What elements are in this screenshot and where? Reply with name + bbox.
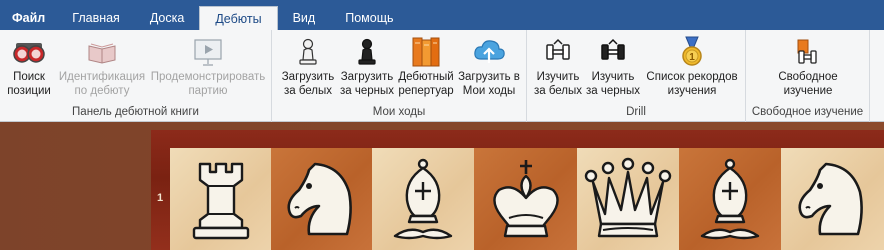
demonstrate-game-label-1: Продемонстрировать (150, 71, 266, 83)
group-free-study: Свободное изучение Свободное изучение (746, 30, 870, 122)
free-study-label-1: Свободное (778, 71, 838, 83)
opening-repertoire-label-2: репертуар (398, 85, 454, 97)
white-knight-piece[interactable] (279, 156, 365, 242)
square-a1[interactable] (170, 148, 271, 250)
black-dumbbell-icon (585, 34, 641, 70)
load-my-moves-button[interactable]: Загрузить в Мои ходы (456, 34, 522, 98)
menu-bar: Файл Главная Доска Дебюты Вид Помощь (0, 0, 884, 31)
find-position-button[interactable]: Поиск позиции (4, 34, 54, 98)
cloud-upload-icon (456, 34, 522, 70)
group-label-free-study: Свободное изучение (751, 106, 864, 118)
white-king-piece[interactable] (483, 156, 569, 242)
identify-opening-button[interactable]: Идентификация по дебюту (58, 34, 146, 98)
group-label-my-moves: Мои ходы (372, 106, 426, 118)
study-white-button[interactable]: Изучить за белых (531, 34, 585, 98)
white-pawn-icon (280, 34, 336, 70)
menu-tab-board[interactable]: Доска (135, 6, 200, 30)
free-study-label-2: изучение (783, 85, 833, 97)
books-icon (396, 34, 456, 70)
load-white-label-2: за белых (283, 85, 333, 97)
rank-label: 1 (157, 192, 164, 204)
black-pawn-icon (338, 34, 396, 70)
study-records-button[interactable]: 1 Список рекордов изучения (641, 34, 743, 98)
group-my-moves: Загрузить за белых Загрузить за черных Д… (272, 30, 527, 122)
play-presentation-icon (150, 34, 266, 70)
opening-repertoire-button[interactable]: Дебютный репертуар (396, 34, 456, 98)
study-white-label-2: за белых (533, 85, 583, 97)
demonstrate-game-button[interactable]: Продемонстрировать партию (150, 34, 266, 98)
square-c1[interactable] (372, 148, 474, 250)
free-study-icon (768, 34, 848, 70)
book-icon (58, 34, 146, 70)
load-black-button[interactable]: Загрузить за черных (338, 34, 396, 98)
menu-tab-view[interactable]: Вид (278, 6, 331, 30)
square-e1[interactable] (577, 148, 679, 250)
find-position-label-1: Поиск (13, 71, 45, 83)
white-queen-piece[interactable] (583, 156, 673, 242)
group-drill: Изучить за белых Изучить за черных 1 Спи… (527, 30, 746, 122)
white-dumbbell-icon (531, 34, 585, 70)
study-black-label-1: Изучить (591, 71, 635, 83)
free-study-button[interactable]: Свободное изучение (768, 34, 848, 98)
menu-tab-openings[interactable]: Дебюты (199, 6, 278, 31)
study-black-label-2: за черных (585, 85, 640, 97)
demonstrate-game-label-2: партию (188, 85, 228, 97)
load-white-label-1: Загрузить (281, 71, 335, 83)
ribbon: Поиск позиции Идентификация по дебюту Пр… (0, 30, 884, 122)
menu-tab-help[interactable]: Помощь (330, 6, 408, 30)
identify-opening-label-2: по дебюту (74, 85, 130, 97)
group-opening-book: Поиск позиции Идентификация по дебюту Пр… (0, 30, 272, 122)
square-b1[interactable] (271, 148, 372, 250)
load-white-button[interactable]: Загрузить за белых (280, 34, 336, 98)
white-rook-piece[interactable] (180, 156, 262, 242)
study-records-label-2: изучения (667, 85, 717, 97)
menu-file[interactable]: Файл (0, 6, 57, 30)
load-black-label-1: Загрузить (340, 71, 394, 83)
square-d1[interactable] (474, 148, 577, 250)
opening-repertoire-label-1: Дебютный (398, 71, 454, 83)
identify-opening-label-1: Идентификация (58, 71, 146, 83)
study-records-label-1: Список рекордов (646, 71, 738, 83)
square-f1[interactable] (679, 148, 781, 250)
study-white-label-1: Изучить (536, 71, 580, 83)
white-bishop-piece-2[interactable] (692, 156, 768, 242)
medal-icon: 1 (641, 34, 743, 70)
binoculars-icon (4, 34, 54, 70)
study-black-button[interactable]: Изучить за черных (585, 34, 641, 98)
white-bishop-piece[interactable] (385, 156, 461, 242)
load-black-label-2: за черных (339, 85, 394, 97)
load-my-moves-label-2: Мои ходы (462, 85, 516, 97)
white-knight-piece-2[interactable] (790, 156, 876, 242)
square-g1[interactable] (781, 148, 884, 250)
find-position-label-2: позиции (7, 85, 51, 97)
group-label-drill: Drill (626, 106, 646, 118)
svg-text:1: 1 (689, 52, 695, 63)
menu-tab-home[interactable]: Главная (57, 6, 135, 30)
load-my-moves-label-1: Загрузить в (458, 71, 520, 83)
group-label-opening-book: Панель дебютной книги (72, 106, 199, 118)
